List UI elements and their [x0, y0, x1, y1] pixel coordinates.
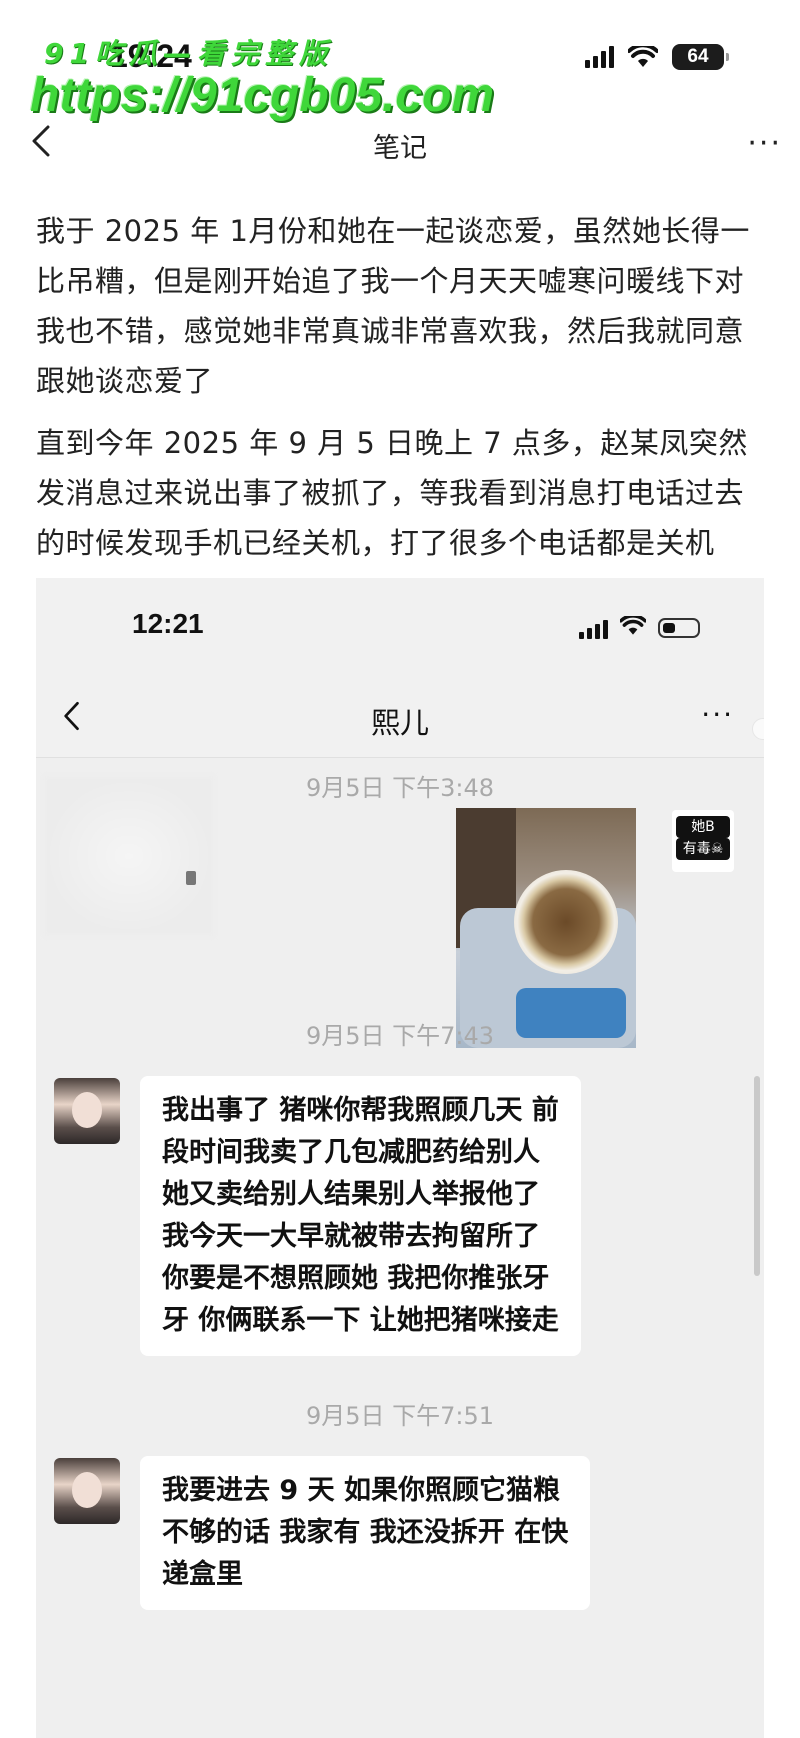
battery-icon	[658, 618, 700, 638]
note-paragraph: 我于 2025 年 1月份和她在一起谈恋爱，虽然她长得一比吊糟，但是刚开始追了我…	[36, 214, 750, 398]
message-line: 我出事了 猪咪你帮我照顾几天 前	[162, 1095, 559, 1126]
note-body: 我于 2025 年 1月份和她在一起谈恋爱，虽然她长得一比吊糟，但是刚开始追了我…	[36, 206, 760, 580]
status-icons: 64	[585, 44, 729, 70]
screenshot-status-bar: 12:21	[36, 578, 764, 678]
screenshot-status-time: 12:21	[132, 608, 204, 639]
blurred-mark	[186, 871, 196, 885]
more-icon[interactable]: ···	[747, 126, 782, 161]
food-photo[interactable]	[456, 808, 636, 1048]
avatar[interactable]	[54, 1458, 120, 1524]
wifi-icon	[619, 614, 647, 640]
sticker-label: 她B 有毒☠	[672, 810, 734, 872]
message-bubble[interactable]: 我要进去 9 天 如果你照顾它猫粮 不够的话 我家有 我还没拆开 在快 递盒里	[140, 1456, 591, 1610]
watermark: 91吃瓜—看完整版 https://91cgb05.com	[30, 32, 494, 123]
message-line: 递盒里	[162, 1559, 243, 1590]
watermark-url: https://91cgb05.com	[30, 69, 495, 122]
message-timestamp: 9月5日 下午7:51	[305, 1402, 495, 1430]
message-bubble[interactable]: 我出事了 猪咪你帮我照顾几天 前 段时间我卖了几包减肥药给别人 她又卖给别人结果…	[140, 1076, 581, 1356]
message-line: 你要是不想照顾她 我把你推张牙	[162, 1263, 550, 1294]
signal-icon	[579, 617, 608, 639]
signal-icon	[585, 46, 614, 68]
wifi-icon	[628, 46, 658, 68]
chat-header: 熙儿 ···	[36, 678, 764, 758]
chat-title: 熙儿	[370, 706, 429, 740]
battery-icon: 64	[672, 44, 729, 70]
watermark-title: 91吃瓜—看完整版	[44, 37, 333, 70]
blurred-region	[44, 776, 214, 936]
message-line: 牙 你俩联系一下 让她把猪咪接走	[162, 1305, 559, 1336]
page-title: 笔记	[373, 133, 427, 164]
message-timestamp: 9月5日 下午7:43	[305, 1022, 495, 1050]
message-line: 她又卖给别人结果别人举报他了	[162, 1179, 540, 1210]
screenshot-status-icons	[579, 614, 700, 640]
avatar[interactable]	[54, 1078, 120, 1144]
more-icon[interactable]: ···	[701, 698, 734, 731]
sticker-line: 有毒☠	[676, 838, 730, 860]
sticker-line: 她B	[676, 816, 730, 838]
note-paragraph: 直到今年 2025 年 9 月 5 日晚上 7 点多，赵某凤突然发消息过来说出事…	[36, 426, 748, 560]
message-line: 我要进去 9 天 如果你照顾它猫粮	[162, 1475, 560, 1506]
scrollbar[interactable]	[754, 1076, 760, 1276]
chat-screenshot: 12:21 熙儿 ··· 9月5日 下午3:48 她B 有毒☠ 9月5日 下午7…	[36, 578, 764, 1738]
message-line: 我今天一大早就被带去拘留所了	[162, 1221, 540, 1252]
message-line: 段时间我卖了几包减肥药给别人	[162, 1137, 540, 1168]
message-line: 不够的话 我家有 我还没拆开 在快	[162, 1517, 569, 1548]
